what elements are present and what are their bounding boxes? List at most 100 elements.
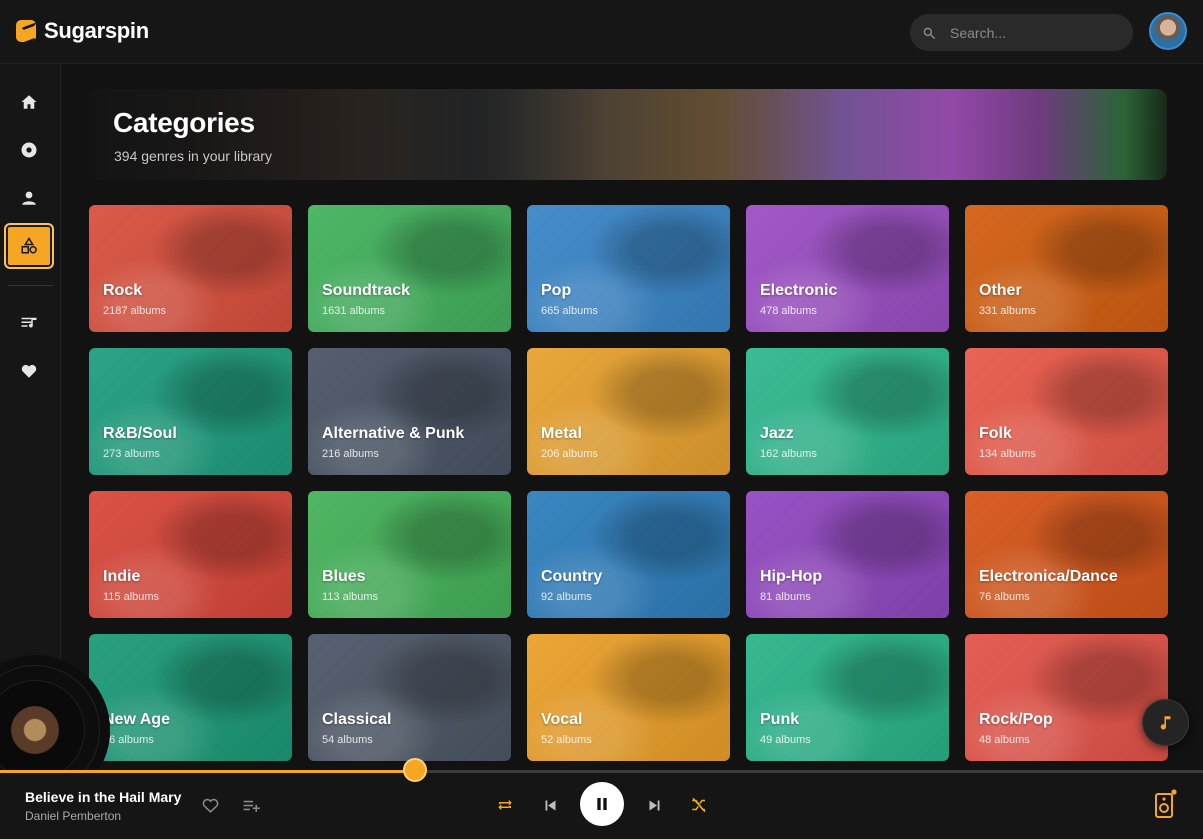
app-name: Sugarspin (44, 18, 149, 43)
heart-outline-icon (202, 798, 218, 813)
main-content: Categories 394 genres in your library Ro… (61, 64, 1203, 770)
output-device-button[interactable] (1152, 788, 1178, 820)
sidebar-item-artists[interactable] (4, 175, 54, 221)
category-name: Pop (541, 282, 572, 299)
sidebar-item-favorites[interactable] (4, 348, 54, 394)
disc-icon (21, 142, 37, 158)
category-card[interactable]: Metal 206 albums (527, 348, 730, 475)
repeat-icon (498, 799, 512, 811)
music-fab-button[interactable] (1142, 699, 1189, 746)
pause-icon (597, 798, 607, 810)
category-album-count: 49 albums (760, 734, 811, 746)
category-album-count: 48 albums (979, 734, 1030, 746)
category-name: Indie (103, 568, 141, 585)
page-title: Categories (113, 107, 255, 138)
category-album-count: 2187 albums (103, 305, 166, 317)
track-title[interactable]: Believe in the Hail Mary (25, 789, 181, 805)
category-album-count: 52 albums (541, 734, 592, 746)
artist-icon (22, 191, 36, 205)
category-card[interactable]: R&B/Soul 273 albums (89, 348, 292, 475)
sidebar-item-home[interactable] (4, 79, 54, 125)
category-card[interactable]: Pop 665 albums (527, 205, 730, 332)
add-to-queue-button[interactable] (240, 794, 262, 816)
sidebar-item-albums[interactable] (4, 127, 54, 173)
music-note-icon (1160, 715, 1170, 729)
category-card[interactable]: Rock 2187 albums (89, 205, 292, 332)
category-album-count: 478 albums (760, 305, 817, 317)
logo-icon (16, 20, 36, 42)
queue-add-icon (243, 800, 260, 812)
category-album-count: 134 albums (979, 448, 1036, 460)
category-card[interactable]: Soundtrack 1631 albums (308, 205, 511, 332)
category-album-count: 273 albums (103, 448, 160, 460)
category-album-count: 66 albums (103, 734, 154, 746)
track-artist[interactable]: Daniel Pemberton (25, 809, 121, 823)
category-name: Rock (103, 282, 143, 299)
category-name: New Age (103, 711, 170, 728)
category-card[interactable]: New Age 66 albums (89, 634, 292, 761)
category-card[interactable]: Electronica/Dance 76 albums (965, 491, 1168, 618)
progress-fill (0, 770, 416, 773)
category-album-count: 206 albums (541, 448, 598, 460)
sidebar-item-playlists[interactable] (4, 300, 54, 346)
category-name: Soundtrack (322, 282, 411, 299)
category-card[interactable]: Vocal 52 albums (527, 634, 730, 761)
category-card[interactable]: Punk 49 albums (746, 634, 949, 761)
playlist-icon (21, 317, 37, 328)
progress-thumb[interactable] (403, 758, 428, 782)
category-name: Jazz (760, 425, 794, 442)
category-card[interactable]: Other 331 albums (965, 205, 1168, 332)
category-name: Other (979, 282, 1022, 299)
category-album-count: 162 albums (760, 448, 817, 460)
play-pause-button[interactable] (580, 782, 624, 826)
like-button[interactable] (199, 794, 221, 816)
sidebar-item-categories[interactable] (4, 223, 54, 269)
top-bar: Sugarspin (0, 0, 1203, 64)
search-input[interactable] (950, 24, 1110, 41)
category-album-count: 81 albums (760, 591, 811, 603)
category-album-count: 331 albums (979, 305, 1036, 317)
repeat-button[interactable] (494, 794, 516, 816)
app-logo[interactable]: Sugarspin (16, 18, 149, 44)
shuffle-off-icon (692, 797, 706, 813)
category-name: Country (541, 568, 603, 585)
category-name: R&B/Soul (103, 425, 177, 442)
category-card[interactable]: Hip-Hop 81 albums (746, 491, 949, 618)
page-subtitle: 394 genres in your library (114, 148, 272, 164)
category-card[interactable]: Blues 113 albums (308, 491, 511, 618)
category-name: Blues (322, 568, 366, 585)
category-name: Rock/Pop (979, 711, 1053, 728)
search-icon (923, 27, 935, 39)
previous-button[interactable] (539, 794, 561, 816)
category-card[interactable]: Folk 134 albums (965, 348, 1168, 475)
category-name: Hip-Hop (760, 568, 823, 585)
category-card[interactable]: Jazz 162 albums (746, 348, 949, 475)
category-name: Electronic (760, 282, 838, 299)
category-name: Vocal (541, 711, 583, 728)
category-album-count: 113 albums (322, 591, 379, 603)
heart-icon (21, 364, 37, 378)
category-card[interactable]: Electronic 478 albums (746, 205, 949, 332)
avatar[interactable] (1149, 12, 1187, 50)
category-album-count: 216 albums (322, 448, 379, 460)
category-card[interactable]: Rock/Pop 48 albums (965, 634, 1168, 761)
category-card[interactable]: Classical 54 albums (308, 634, 511, 761)
category-card[interactable]: Indie 115 albums (89, 491, 292, 618)
speaker-icon (1155, 789, 1177, 818)
skip-previous-icon (545, 800, 555, 810)
sidebar-divider (8, 285, 53, 286)
home-icon (21, 95, 37, 109)
next-button[interactable] (643, 794, 665, 816)
category-album-count: 115 albums (103, 591, 160, 603)
player-bar: Believe in the Hail Mary Daniel Pemberto… (0, 758, 1203, 839)
category-name: Folk (979, 425, 1012, 442)
categories-header: Categories 394 genres in your library (89, 89, 1167, 180)
category-name: Alternative & Punk (322, 425, 465, 442)
progress-track[interactable] (0, 770, 1203, 773)
category-name: Classical (322, 711, 392, 728)
shuffle-button[interactable] (688, 794, 710, 816)
category-name: Punk (760, 711, 800, 728)
category-card[interactable]: Country 92 albums (527, 491, 730, 618)
category-card[interactable]: Alternative & Punk 216 albums (308, 348, 511, 475)
search-box[interactable] (910, 14, 1133, 51)
